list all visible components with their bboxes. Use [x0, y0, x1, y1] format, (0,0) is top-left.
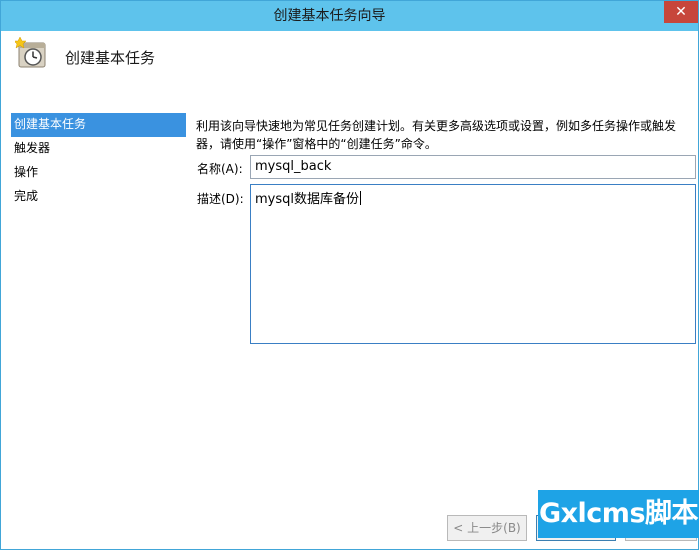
description-input-value: mysql数据库备份	[255, 192, 359, 207]
name-input[interactable]: mysql_back	[250, 155, 696, 179]
back-button[interactable]: < 上一步(B)	[447, 515, 527, 541]
title-bar[interactable]: 创建基本任务向导 ✕	[1, 1, 698, 31]
window-title: 创建基本任务向导	[273, 8, 386, 24]
nav-item-create-basic-task[interactable]: 创建基本任务	[11, 113, 186, 137]
close-icon: ✕	[675, 4, 687, 20]
page-title: 创建基本任务	[65, 49, 156, 67]
wizard-header: 创建基本任务	[1, 31, 698, 93]
close-button[interactable]: ✕	[664, 1, 698, 23]
description-input[interactable]: mysql数据库备份	[250, 184, 696, 344]
nav-item-trigger[interactable]: 触发器	[11, 137, 186, 161]
name-label: 名称(A):	[197, 162, 243, 176]
wizard-window: 创建基本任务向导 ✕ 创建基本任务 创建基本任务 触发器 操作 完成 利用该向导…	[0, 0, 699, 550]
intro-line-1: 利用该向导快速地为常见任务创建计划。有关更多高级选项或设置，例如多任务操作或触发	[196, 119, 677, 133]
wizard-steps-nav: 创建基本任务 触发器 操作 完成	[11, 113, 186, 209]
nav-item-action[interactable]: 操作	[11, 161, 186, 185]
intro-text: 利用该向导快速地为常见任务创建计划。有关更多高级选项或设置，例如多任务操作或触发…	[196, 117, 696, 153]
description-label: 描述(D):	[197, 192, 244, 206]
text-caret	[360, 191, 361, 205]
watermark-logo: Gxlcms脚本	[538, 490, 699, 538]
name-input-value: mysql_back	[255, 159, 332, 174]
nav-item-finish[interactable]: 完成	[11, 185, 186, 209]
task-scheduler-icon	[13, 36, 49, 71]
intro-line-2: 器，请使用“操作”窗格中的“创建任务”命令。	[196, 137, 437, 151]
